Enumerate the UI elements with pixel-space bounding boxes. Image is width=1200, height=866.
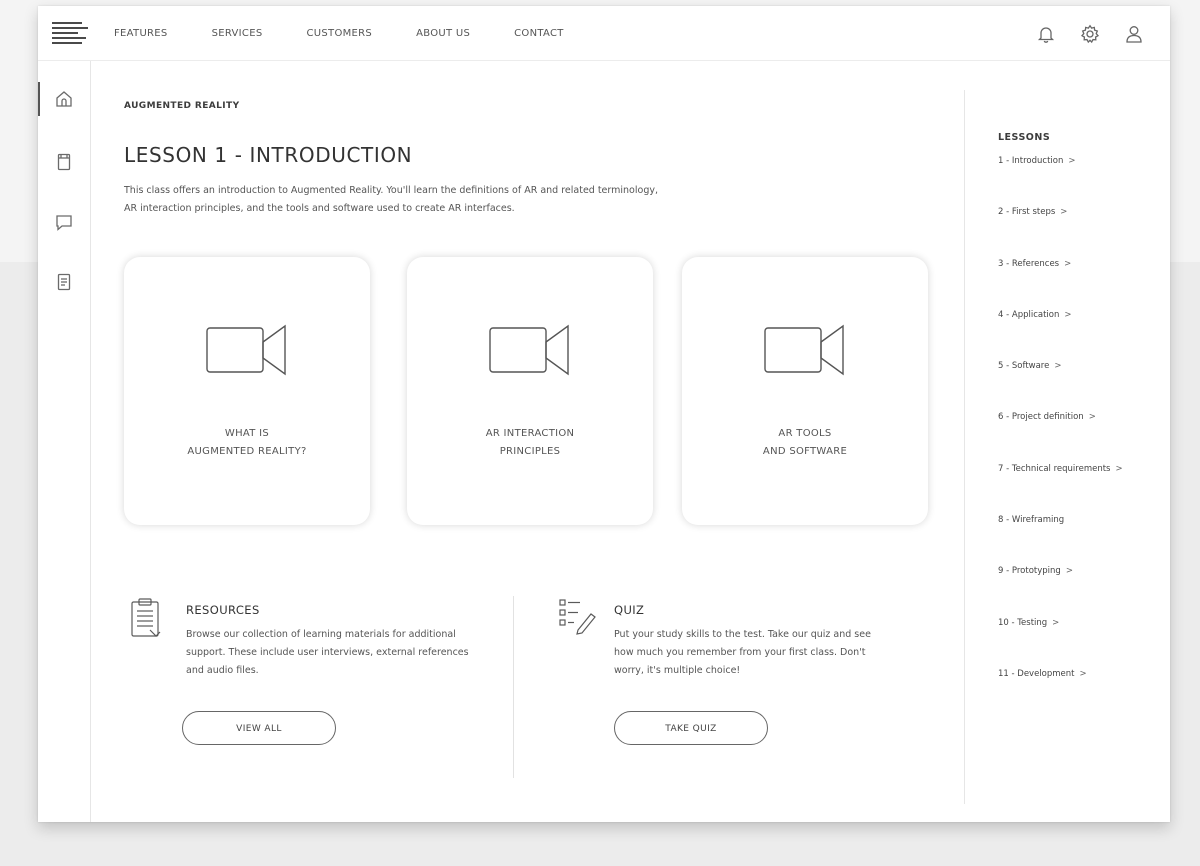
resources-line: support. These include user interviews, … [186, 647, 469, 658]
quiz-line: worry, it's multiple choice! [614, 665, 741, 676]
nav-about-us[interactable]: ABOUT US [416, 28, 470, 39]
resources-title: RESOURCES [186, 603, 260, 617]
quiz-description: Put your study skills to the test. Take … [614, 626, 871, 680]
lesson-label: 5 - Software [998, 361, 1050, 372]
chevron-right-icon: > [1079, 668, 1087, 679]
lesson-label: 11 - Development [998, 668, 1075, 679]
left-icon-rail [38, 61, 91, 822]
lessons-list: 1 - Introduction > 2 - First steps > 3 - R… [998, 156, 1123, 720]
caption-line: AUGMENTED REALITY? [187, 446, 307, 457]
chevron-right-icon: > [1052, 617, 1060, 628]
lesson-label: 6 - Project definition [998, 412, 1084, 423]
video-card-ar-interaction[interactable]: AR INTERACTION PRINCIPLES [407, 257, 653, 525]
lessons-title: LESSONS [998, 132, 1051, 143]
logo[interactable] [52, 22, 88, 44]
resources-line: Browse our collection of learning materi… [186, 629, 456, 640]
lesson-item[interactable]: 9 - Prototyping > [998, 566, 1123, 617]
lesson-item[interactable]: 2 - First steps > [998, 207, 1123, 258]
description-line: AR interaction principles, and the tools… [124, 203, 515, 214]
breadcrumb: AUGMENTED REALITY [124, 101, 240, 111]
lesson-label: 4 - Application [998, 309, 1060, 320]
lesson-item[interactable]: 10 - Testing > [998, 618, 1123, 669]
main-nav: FEATURES SERVICES CUSTOMERS ABOUT US CON… [114, 6, 608, 60]
video-camera-icon [763, 320, 847, 380]
nav-contact[interactable]: CONTACT [514, 28, 564, 39]
checklist-pencil-icon [558, 596, 598, 640]
app-window: FEATURES SERVICES CUSTOMERS ABOUT US CON… [38, 6, 1170, 822]
video-card-what-is-ar[interactable]: WHAT IS AUGMENTED REALITY? [124, 257, 370, 525]
video-camera-icon [205, 320, 289, 380]
lesson-item[interactable]: 3 - References > [998, 259, 1123, 310]
caption-line: AR INTERACTION [485, 428, 575, 439]
lesson-label: 7 - Technical requirements [998, 463, 1111, 474]
chevron-right-icon: > [1068, 156, 1076, 166]
chevron-right-icon: > [1065, 566, 1073, 577]
lesson-label: 9 - Prototyping [998, 566, 1061, 577]
lesson-label: 3 - References [998, 258, 1060, 269]
caption-line: AR TOOLS [778, 428, 832, 439]
chevron-right-icon: > [1054, 361, 1062, 372]
active-indicator [38, 82, 40, 116]
top-navigation-bar: FEATURES SERVICES CUSTOMERS ABOUT US CON… [38, 6, 1170, 61]
lesson-label: 8 - Wireframing [998, 515, 1065, 526]
home-icon[interactable] [54, 89, 74, 109]
lessons-divider [964, 90, 965, 804]
video-card-caption: AR INTERACTION PRINCIPLES [407, 425, 653, 461]
lesson-item[interactable]: 1 - Introduction > [998, 156, 1123, 207]
video-card-ar-tools[interactable]: AR TOOLS AND SOFTWARE [682, 257, 928, 525]
nav-customers[interactable]: CUSTOMERS [306, 28, 372, 39]
lesson-label: 10 - Testing [998, 617, 1048, 628]
lesson-item[interactable]: 11 - Development > [998, 669, 1123, 720]
document-icon[interactable] [54, 272, 74, 292]
section-divider [513, 596, 514, 778]
quiz-title: QUIZ [614, 603, 645, 617]
quiz-line: Put your study skills to the test. Take … [614, 629, 871, 640]
lesson-item[interactable]: 7 - Technical requirements > [998, 464, 1123, 515]
user-icon[interactable] [1124, 24, 1144, 44]
quiz-line: how much you remember from your first cl… [614, 647, 866, 658]
lesson-item[interactable]: 6 - Project definition > [998, 412, 1123, 463]
lesson-item[interactable]: 4 - Application > [998, 310, 1123, 361]
lesson-label: 2 - First steps [998, 207, 1056, 218]
chevron-right-icon: > [1088, 412, 1096, 423]
top-actions [1012, 24, 1144, 44]
page-title: LESSON 1 - INTRODUCTION [124, 143, 413, 167]
chevron-right-icon: > [1115, 463, 1123, 474]
caption-line: WHAT IS [224, 428, 270, 439]
clipboard-document-icon [128, 597, 168, 641]
chevron-right-icon: > [1064, 309, 1072, 320]
video-camera-icon [488, 320, 572, 380]
chevron-right-icon: > [1064, 258, 1072, 269]
video-card-caption: AR TOOLS AND SOFTWARE [682, 425, 928, 461]
nav-services[interactable]: SERVICES [212, 28, 263, 39]
lesson-item[interactable]: 8 - Wireframing [998, 515, 1123, 566]
lesson-label: 1 - Introduction [998, 156, 1064, 166]
gear-icon[interactable] [1080, 24, 1100, 44]
caption-line: PRINCIPLES [499, 446, 561, 457]
notebook-icon[interactable] [54, 152, 74, 172]
caption-line: AND SOFTWARE [762, 446, 848, 457]
lesson-description: This class offers an introduction to Aug… [124, 182, 704, 218]
resources-description: Browse our collection of learning materi… [186, 626, 469, 680]
view-all-button[interactable]: VIEW ALL [182, 711, 336, 745]
lesson-item[interactable]: 5 - Software > [998, 361, 1123, 412]
chat-icon[interactable] [54, 212, 74, 232]
bell-icon[interactable] [1036, 24, 1056, 44]
nav-features[interactable]: FEATURES [114, 28, 168, 39]
chevron-right-icon: > [1060, 207, 1068, 218]
resources-line: and audio files. [186, 665, 259, 676]
take-quiz-button[interactable]: TAKE QUIZ [614, 711, 768, 745]
video-card-caption: WHAT IS AUGMENTED REALITY? [124, 425, 370, 461]
description-line: This class offers an introduction to Aug… [124, 185, 658, 196]
